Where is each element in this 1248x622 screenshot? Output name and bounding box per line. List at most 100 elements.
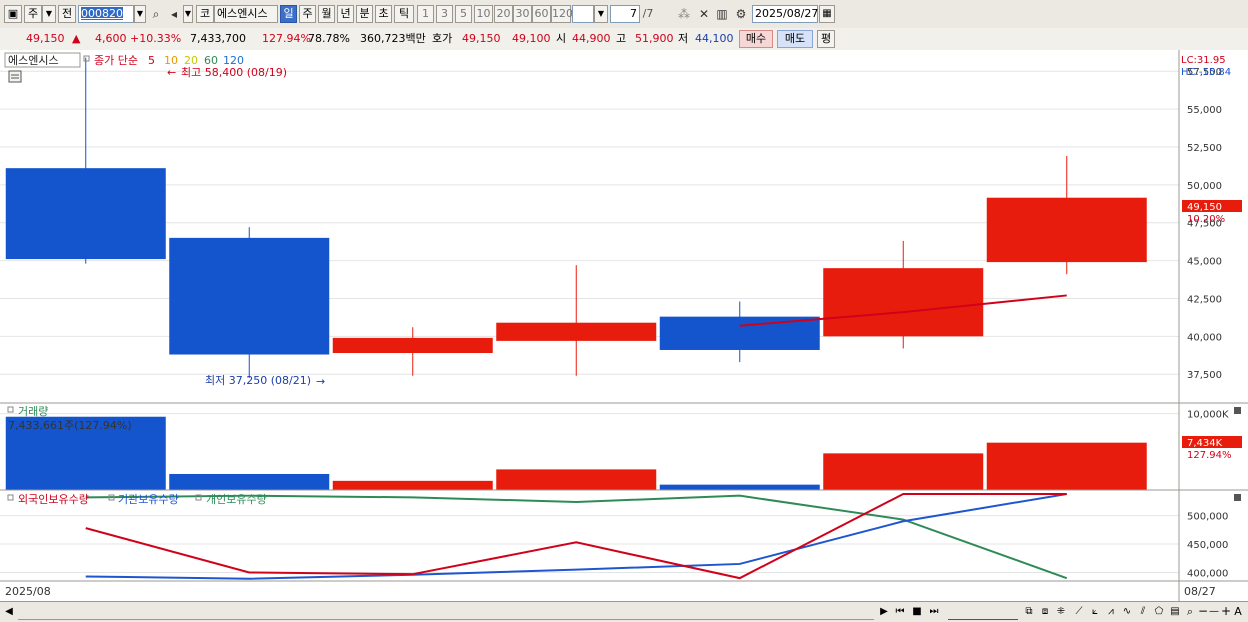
volume-info: 7,433,661주(127.94%) bbox=[8, 419, 132, 432]
period-year-button[interactable]: 년 bbox=[337, 5, 354, 23]
stop-icon[interactable]: ■ bbox=[910, 604, 924, 619]
current-pct-axis-label: 10.20% bbox=[1187, 214, 1225, 225]
ma-legend-marker bbox=[83, 55, 90, 62]
volume-bar bbox=[986, 442, 1147, 490]
chart-toolbar: ▣ 주 ▼ 전 000820 ▼ ⌕ ◂ ▼ 코 에스엔시스 일 주 월 년 분… bbox=[0, 0, 1248, 29]
save-icon[interactable]: ▥ bbox=[714, 5, 730, 23]
zoom-slider[interactable] bbox=[948, 604, 1018, 620]
tick-30-button[interactable]: 30 bbox=[513, 5, 532, 23]
gear-icon[interactable]: ⚙ bbox=[733, 5, 749, 23]
sell-button[interactable]: 매도 bbox=[777, 30, 813, 48]
volume-ratio: 127.94% bbox=[262, 32, 311, 45]
search-icon[interactable]: ⌕ bbox=[148, 5, 164, 23]
code-dropdown-icon[interactable]: ▼ bbox=[134, 5, 146, 23]
period-month-button[interactable]: 월 bbox=[318, 5, 335, 23]
lc-label: LC:31.95 bbox=[1181, 55, 1226, 66]
holding-panel-close-icon[interactable] bbox=[1234, 494, 1241, 501]
tick-1-button[interactable]: 1 bbox=[417, 5, 434, 23]
magnifier-icon[interactable]: ⌕ bbox=[1184, 604, 1196, 619]
crosshair-icon[interactable]: ⁜ bbox=[1054, 604, 1068, 619]
holding-tick-label: 500,000 bbox=[1187, 512, 1228, 523]
calendar-icon[interactable]: ▦ bbox=[819, 5, 835, 23]
chart-area[interactable]: 37,500 40,000 42,500 45,000 47,500 50,000 52,5… bbox=[0, 50, 1248, 601]
layout-icon[interactable]: ▤ bbox=[1168, 604, 1182, 619]
quote-bar: 49,150 ▲ 4,600 +10.33% 7,433,700 127.94%… bbox=[0, 28, 1248, 51]
scroll-right-icon[interactable]: ▶ bbox=[878, 604, 890, 619]
code-input[interactable]: 000820 bbox=[78, 5, 134, 23]
speaker-dropdown-icon[interactable]: ▼ bbox=[183, 5, 193, 23]
start-date-label: 2025/08 bbox=[5, 585, 51, 598]
foreign-holding-line bbox=[85, 492, 1067, 580]
date-input[interactable]: 2025/08/27 bbox=[752, 5, 818, 23]
ma-5-label: 5 bbox=[148, 54, 155, 67]
text-tool-icon[interactable]: A bbox=[1232, 604, 1244, 619]
average-button[interactable]: 평 bbox=[817, 30, 835, 48]
wave-icon[interactable]: ∿ bbox=[1120, 604, 1134, 619]
volume-bar bbox=[496, 469, 657, 490]
ray-icon[interactable]: ⟀ bbox=[1088, 604, 1102, 619]
drawing-tools-icon[interactable]: ⁂ bbox=[676, 5, 692, 23]
period-tick-button[interactable]: 틱 bbox=[394, 5, 414, 23]
scroll-first-icon[interactable]: ⏮ bbox=[893, 604, 907, 619]
exchange-badge: 코 bbox=[196, 5, 214, 23]
individual-holding-line bbox=[85, 494, 1068, 580]
price-panel-label: 에스엔시스 bbox=[8, 54, 59, 67]
volume-value: 7,433,700 bbox=[190, 32, 246, 45]
tick-120-button[interactable]: 120 bbox=[551, 5, 573, 23]
stock-chart[interactable]: 37,50040,00042,50045,00047,50050,00052,5… bbox=[0, 50, 1248, 601]
low-arrow-icon: → bbox=[316, 375, 325, 388]
period-minute-button[interactable]: 분 bbox=[356, 5, 373, 23]
change-value: 4,600 bbox=[95, 32, 127, 45]
zoom-out-icon[interactable]: − bbox=[1198, 604, 1208, 619]
page-total: /7 bbox=[642, 7, 654, 20]
end-date-label: 08/27 bbox=[1184, 585, 1216, 598]
crosshair-tool-icon[interactable]: ✕ bbox=[696, 5, 712, 23]
shape-icon[interactable]: ⬠ bbox=[1152, 604, 1166, 619]
market-dropdown-icon[interactable]: ▼ bbox=[42, 5, 56, 23]
tick-5-button[interactable]: 5 bbox=[455, 5, 472, 23]
tick-20-button[interactable]: 20 bbox=[494, 5, 513, 23]
market-tab[interactable]: 주 bbox=[24, 5, 42, 23]
scroll-left-icon[interactable]: ◀ bbox=[4, 604, 14, 619]
individual-holding-label: 개인보유수량 bbox=[206, 493, 267, 506]
ask-price: 49,150 bbox=[462, 32, 501, 45]
zoom-in-icon[interactable]: + bbox=[1220, 604, 1232, 619]
fibonacci-icon[interactable]: ⩘ bbox=[1104, 604, 1118, 619]
scroll-last-icon[interactable]: ⏭ bbox=[927, 604, 941, 619]
foreign-holding-label: 외국인보유수량 bbox=[18, 493, 89, 506]
hoga-label: 호가 bbox=[432, 32, 453, 45]
tick-10-button[interactable]: 10 bbox=[474, 5, 493, 23]
tick-3-button[interactable]: 3 bbox=[436, 5, 453, 23]
volume-panel-label: 거래량 bbox=[18, 405, 48, 418]
candle-body bbox=[5, 168, 166, 260]
window-menu-icon[interactable]: ▣ bbox=[4, 5, 22, 23]
speaker-icon[interactable]: ◂ bbox=[166, 5, 182, 23]
compare-icon[interactable]: ⧈ bbox=[1038, 604, 1052, 619]
scroll-track[interactable] bbox=[18, 604, 874, 620]
dash-icon[interactable]: — bbox=[1208, 604, 1220, 619]
bid-price: 49,100 bbox=[512, 32, 551, 45]
page-input[interactable]: 7 bbox=[610, 5, 640, 23]
price-tick-label: 50,000 bbox=[1187, 181, 1222, 192]
prev-button[interactable]: 전 bbox=[58, 5, 76, 23]
high-note: 최고 58,400 (08/19) bbox=[181, 66, 287, 79]
period-day-button[interactable]: 일 bbox=[280, 5, 297, 23]
zoom-box-icon[interactable]: ⧉ bbox=[1022, 604, 1036, 619]
period-second-button[interactable]: 초 bbox=[375, 5, 392, 23]
price-tick-label: 42,500 bbox=[1187, 294, 1222, 305]
volume-panel-close-icon[interactable] bbox=[1234, 407, 1241, 414]
tick-dropdown-icon[interactable]: ▼ bbox=[594, 5, 608, 23]
current-price-axis-label: 49,150 bbox=[1187, 202, 1222, 213]
buy-button[interactable]: 매수 bbox=[739, 30, 773, 48]
tick-custom-input[interactable] bbox=[572, 5, 594, 23]
low-label: 저 bbox=[678, 32, 689, 45]
trendline-icon[interactable]: ⟋ bbox=[1072, 604, 1086, 619]
candle-body bbox=[496, 322, 657, 341]
high-price: 51,900 bbox=[635, 32, 674, 45]
stock-name[interactable]: 에스엔시스 bbox=[214, 5, 278, 23]
tick-60-button[interactable]: 60 bbox=[532, 5, 551, 23]
table-view-icon[interactable] bbox=[8, 70, 22, 83]
volume-bar bbox=[823, 453, 984, 490]
channel-icon[interactable]: ⫽ bbox=[1136, 604, 1150, 619]
period-week-button[interactable]: 주 bbox=[299, 5, 316, 23]
